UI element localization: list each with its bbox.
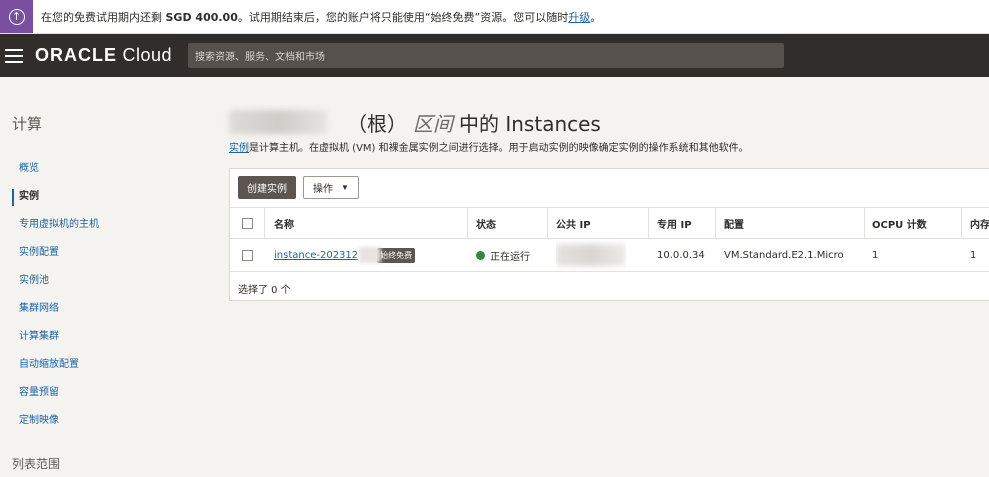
sidebar-item-compute-clusters[interactable]: 计算集群 (12, 323, 99, 351)
sidebar-item-autoscaling-configurations[interactable]: 自动缩放配置 (12, 351, 99, 379)
sidebar-item-cluster-networks[interactable]: 集群网络 (12, 295, 99, 323)
arrow-up-circle-icon: ↑ (8, 8, 25, 25)
sidebar-item-custom-images[interactable]: 定制映像 (12, 407, 99, 435)
trial-amount: SGD 400.00 (165, 10, 238, 24)
caret-down-icon: ▼ (341, 183, 349, 192)
select-all-checkbox[interactable] (242, 217, 253, 229)
selection-count: 选择了 0 个 (238, 285, 291, 296)
trial-banner-text: 在您的免费试用期内还剩 SGD 400.00。试用期结束后，您的账户将只能使用“… (41, 10, 602, 24)
redacted-public-ip (556, 244, 626, 266)
ocpu-count-cell: 1 (872, 249, 879, 261)
sidebar-title: 计算 (12, 115, 43, 133)
page-title: （根） 区间 中的 Instances (229, 107, 601, 137)
instances-panel: 创建实例 操作 ▼ 名称 状态 公共 IP 专用 IP 配置 OCPU 计数 内存… (229, 168, 989, 301)
page-description: 实例是计算主机。在虚拟机 (VM) 和裸金属实例之间进行选择。用于启动实例的映像… (229, 143, 749, 154)
hamburger-menu-icon[interactable] (5, 48, 23, 63)
sidebar-item-instance-configurations[interactable]: 实例配置 (12, 239, 99, 267)
compute-sidebar: 计算 概览 实例 专用虚拟机的主机 实例配置 实例池 集群网络 计算集群 自动缩… (0, 77, 215, 477)
sidebar-nav: 概览 实例 专用虚拟机的主机 实例配置 实例池 集群网络 计算集群 自动缩放配置… (12, 155, 99, 435)
memory-cell: 1 (970, 249, 977, 261)
instances-toolbar: 创建实例 操作 ▼ (238, 176, 359, 199)
instance-status-cell: 正在运行 (476, 239, 530, 271)
sidebar-item-instance-pools[interactable]: 实例池 (12, 267, 99, 295)
table-row: instance-202312 始终免费 正在运行 10.0.0.34 VM.St… (230, 239, 989, 272)
instance-status: 正在运行 (490, 251, 530, 263)
instances-table-header: 名称 状态 公共 IP 专用 IP 配置 OCPU 计数 内存 (230, 207, 989, 239)
list-scope-heading: 列表范围 (12, 457, 61, 471)
sidebar-item-capacity-reservations[interactable]: 容量预留 (12, 379, 99, 407)
create-instance-button[interactable]: 创建实例 (238, 176, 296, 199)
redacted-compartment-name (229, 110, 327, 134)
upgrade-link[interactable]: 升级 (568, 11, 590, 24)
always-free-badge: 始终免费 (377, 247, 416, 263)
instances-doc-link[interactable]: 实例 (229, 143, 249, 154)
sidebar-item-dedicated-vm-hosts[interactable]: 专用虚拟机的主机 (12, 211, 99, 239)
sidebar-item-instances[interactable]: 实例 (12, 183, 99, 211)
column-header-status[interactable]: 状态 (476, 208, 496, 238)
row-checkbox[interactable] (242, 249, 253, 261)
oracle-cloud-logo[interactable]: ORACLE Cloud (35, 45, 172, 66)
instance-name-cell: instance-202312 始终免费 (274, 239, 416, 271)
column-header-shape[interactable]: 配置 (724, 208, 744, 238)
top-navigation-bar: ORACLE Cloud 搜索资源、服务、文档和市场 (0, 34, 989, 77)
global-search-input[interactable]: 搜索资源、服务、文档和市场 (188, 43, 784, 68)
column-header-memory[interactable]: 内存 (970, 208, 989, 238)
sidebar-item-overview[interactable]: 概览 (12, 155, 99, 183)
shape-cell: VM.Standard.E2.1.Micro (724, 249, 844, 261)
status-running-icon (476, 250, 485, 260)
private-ip-cell: 10.0.0.34 (657, 249, 705, 261)
public-ip-cell (556, 239, 626, 271)
redacted-instance-suffix (359, 247, 382, 263)
column-header-private-ip[interactable]: 专用 IP (657, 208, 692, 238)
trial-banner: ↑ 在您的免费试用期内还剩 SGD 400.00。试用期结束后，您的账户将只能使… (0, 0, 989, 34)
upgrade-banner-icon: ↑ (0, 0, 33, 33)
column-header-ocpu-count[interactable]: OCPU 计数 (872, 208, 927, 238)
column-header-public-ip[interactable]: 公共 IP (556, 208, 591, 238)
column-header-name[interactable]: 名称 (274, 208, 294, 238)
actions-dropdown-button[interactable]: 操作 ▼ (303, 176, 359, 199)
instance-name-link[interactable]: instance-202312 (274, 250, 358, 261)
